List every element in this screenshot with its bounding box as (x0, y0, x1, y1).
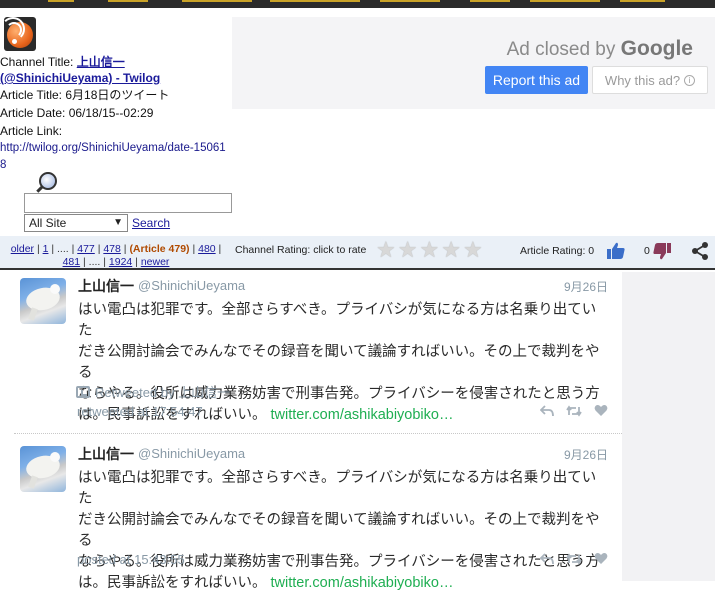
tweet-item: 上山信一 @ShinichiUeyama 9月26日 はい電凸は犯罪です。全部さ… (14, 272, 622, 432)
retweet-badge-icon (76, 385, 90, 398)
pager-480[interactable]: 480 (198, 243, 216, 255)
channel-title-label: Channel Title: (0, 55, 74, 69)
navigation-bar: older | 1 | .... | 477 | 478 | (Article … (0, 236, 715, 270)
top-bar-tab[interactable] (108, 0, 148, 2)
pager-older[interactable]: older (11, 243, 34, 255)
pager-481[interactable]: 481 (63, 256, 81, 268)
top-bar-tab[interactable] (530, 0, 600, 2)
top-bar-tab[interactable] (470, 0, 510, 2)
article-info: Channel Title: 上山信一 (@ShinichiUeyama) - … (0, 54, 230, 174)
like-icon[interactable] (594, 404, 608, 417)
tweet-actions (540, 404, 608, 417)
star-icon[interactable]: ★ (441, 239, 461, 261)
dropdown-arrow-icon: ▼ (113, 217, 123, 228)
pager-first[interactable]: 1 (43, 243, 49, 255)
magnifier-icon (36, 171, 62, 195)
article-rating: Article Rating: 0 (520, 245, 594, 257)
like-icon[interactable] (594, 552, 608, 565)
article-rating-label: Article Rating: (520, 245, 586, 257)
channel-rating-stars: ★ ★ ★ ★ ★ (376, 239, 483, 261)
tweet-divider (14, 433, 622, 434)
google-brand: Google (620, 37, 693, 60)
channel-rating-label: Channel Rating: click to rate (235, 244, 367, 256)
site-scope-value: All Site (29, 216, 67, 230)
article-date: 06/18/15--02:29 (68, 106, 154, 120)
thumbs-up-icon[interactable] (606, 241, 626, 266)
tweet-text-line: は。民事訴訟をすればいい。 (78, 575, 267, 591)
star-icon[interactable]: ★ (463, 239, 483, 261)
tweet-author-name[interactable]: 上山信一 (78, 276, 134, 296)
feed-sidebar (622, 272, 715, 581)
top-bar-tab[interactable] (620, 0, 665, 2)
tweet-text-line: はい電凸は犯罪です。全部さらすべき。プライバシが気になる方は名乗り出ていた (78, 470, 597, 507)
tweet-date[interactable]: 9月26日 (564, 278, 608, 295)
reply-icon[interactable] (540, 552, 554, 565)
info-icon: i (684, 74, 696, 86)
tweet-author-handle[interactable]: @ShinichiUeyama (138, 446, 245, 461)
search-link[interactable]: Search (132, 216, 170, 230)
star-icon[interactable]: ★ (419, 239, 439, 261)
top-bar-tab[interactable] (270, 0, 360, 2)
tweet-link[interactable]: twitter.com/ashikabiyobiko… (271, 575, 454, 591)
pager-477[interactable]: 477 (77, 243, 95, 255)
thumbs-down-count: 0 (644, 245, 650, 257)
pager-last[interactable]: 1924 (109, 256, 132, 268)
tweet-link[interactable]: twitter.com/ashikabiyobiko… (271, 407, 454, 423)
pager-current: (Article 479) (129, 243, 190, 255)
tweet-text: はい電凸は犯罪です。全部さらすべき。プライバシが気になる方は名乗り出ていた だき… (78, 468, 604, 594)
avatar[interactable] (20, 446, 66, 492)
thumbs-up-count: 0 (588, 245, 595, 257)
tweet-item: 上山信一 @ShinichiUeyama 9月26日 はい電凸は犯罪です。全部さ… (14, 440, 622, 591)
top-bar (0, 0, 715, 8)
article-date-label: Article Date: (0, 106, 66, 120)
retweeted-by: Retweeted by 上山信一 (76, 382, 230, 401)
reply-icon[interactable] (540, 404, 554, 417)
pager-478[interactable]: 478 (103, 243, 121, 255)
tweet-timestamp[interactable]: retweeted at 17:54:47 (77, 404, 203, 419)
top-bar-tab[interactable] (182, 0, 252, 2)
star-icon[interactable]: ★ (376, 239, 396, 261)
article-link-label: Article Link: (0, 124, 63, 138)
avatar[interactable] (20, 278, 66, 324)
search-input[interactable] (24, 193, 232, 213)
ad-closed-text: Ad closed by Google (507, 37, 693, 61)
tweet-text-line: はい電凸は犯罪です。全部さらすべき。プライバシが気になる方は名乗り出ていた (78, 302, 597, 339)
why-this-ad-label: Why this ad? (604, 72, 681, 88)
top-bar-tab[interactable] (48, 0, 74, 2)
top-bar-tab[interactable] (380, 0, 440, 2)
pager-newer[interactable]: newer (141, 256, 170, 268)
share-icon[interactable] (690, 241, 710, 266)
ad-closed-label: Ad closed by (506, 39, 616, 60)
article-title: 6月18日のツイート (65, 88, 170, 102)
thumbs-down-icon[interactable] (652, 241, 672, 266)
tweet-author-handle[interactable]: @ShinichiUeyama (138, 278, 245, 293)
tweet-timestamp[interactable]: posted at 15:43:55 (77, 552, 185, 567)
tweet-text-line: だき公開討論会でみんなでその録音を聞いて議論すればいい。その上で裁判をやる (78, 344, 600, 381)
tweet-author-name[interactable]: 上山信一 (78, 444, 134, 464)
tweet-text-line: だき公開討論会でみんなでその録音を聞いて議論すればいい。その上で裁判をやる (78, 512, 600, 549)
retweeted-by-label: Retweeted by 上山信一 (95, 385, 231, 400)
why-this-ad-button[interactable]: Why this ad? i (592, 66, 708, 94)
retweet-icon[interactable] (566, 552, 582, 565)
article-title-label: Article Title: (0, 88, 63, 102)
tweet-date[interactable]: 9月26日 (564, 446, 608, 463)
pager-ellipsis: .... (88, 256, 101, 268)
ad-panel: Ad closed by Google Report this ad Why t… (232, 17, 715, 109)
pager-ellipsis: .... (57, 243, 69, 255)
rss-feed-icon (1, 17, 36, 51)
star-icon[interactable]: ★ (398, 239, 418, 261)
report-ad-button[interactable]: Report this ad (485, 66, 588, 94)
tweet-actions (540, 552, 608, 565)
article-link[interactable]: http://twilog.org/ShinichiUeyama/date-15… (0, 142, 226, 171)
retweet-icon[interactable] (566, 404, 582, 417)
pager: older | 1 | .... | 477 | 478 | (Article … (10, 243, 222, 268)
site-scope-select[interactable]: All Site ▼ (24, 214, 128, 232)
